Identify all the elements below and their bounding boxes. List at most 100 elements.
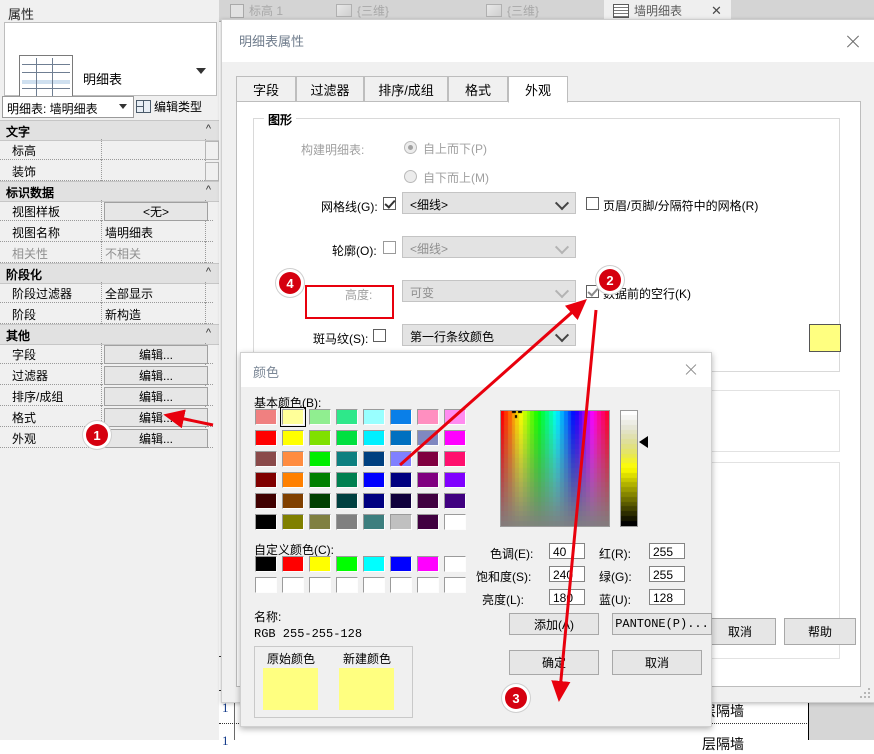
- property-row[interactable]: 外观 编辑...: [0, 427, 219, 448]
- pantone-button[interactable]: PANTONE(P)...: [612, 613, 712, 635]
- basic-color-swatch[interactable]: [363, 409, 385, 425]
- view-tab-3d-2[interactable]: {三维}: [477, 0, 548, 21]
- basic-color-swatch[interactable]: [309, 472, 331, 488]
- basic-color-swatch[interactable]: [417, 493, 439, 509]
- basic-color-swatch[interactable]: [363, 430, 385, 446]
- basic-color-swatch[interactable]: [255, 514, 277, 530]
- sat-field[interactable]: 240: [549, 566, 585, 582]
- basic-color-swatch[interactable]: [417, 430, 439, 446]
- basic-color-swatch[interactable]: [336, 493, 358, 509]
- custom-color-swatch[interactable]: [444, 577, 466, 593]
- color-cancel-button[interactable]: 取消: [612, 650, 702, 675]
- tab-appearance[interactable]: 外观: [508, 76, 568, 103]
- basic-color-swatch[interactable]: [444, 493, 466, 509]
- basic-color-swatch[interactable]: [417, 409, 439, 425]
- edit-type-button[interactable]: 编辑类型: [136, 96, 202, 116]
- basic-color-swatch[interactable]: [444, 409, 466, 425]
- basic-color-swatch[interactable]: [444, 514, 466, 530]
- basic-color-swatch[interactable]: [309, 451, 331, 467]
- basic-color-swatch[interactable]: [363, 493, 385, 509]
- ok-button[interactable]: 确定: [509, 650, 599, 675]
- green-field[interactable]: 255: [649, 566, 685, 582]
- property-group-header[interactable]: 标识数据 ^: [0, 181, 219, 202]
- property-row[interactable]: 排序/成组 编辑...: [0, 385, 219, 406]
- blank-row-checkbox[interactable]: [586, 285, 599, 298]
- chevron-down-icon[interactable]: [196, 68, 206, 74]
- basic-color-swatch[interactable]: [417, 514, 439, 530]
- custom-color-swatch[interactable]: [417, 556, 439, 572]
- custom-color-swatch[interactable]: [336, 556, 358, 572]
- basic-color-swatch[interactable]: [282, 430, 304, 446]
- property-row[interactable]: 装饰: [0, 160, 219, 181]
- basic-color-swatch[interactable]: [336, 451, 358, 467]
- custom-color-swatch[interactable]: [336, 577, 358, 593]
- property-row-button[interactable]: 编辑...: [104, 366, 208, 385]
- basic-color-swatch[interactable]: [363, 451, 385, 467]
- property-group-header[interactable]: 阶段化 ^: [0, 263, 219, 284]
- custom-color-swatch[interactable]: [363, 577, 385, 593]
- basic-color-swatch[interactable]: [282, 451, 304, 467]
- radio-top-down[interactable]: [404, 141, 417, 154]
- hue-field[interactable]: 40: [549, 543, 585, 559]
- property-row-button[interactable]: <无>: [104, 202, 208, 221]
- view-tab-3d-1[interactable]: {三维}: [327, 0, 398, 21]
- basic-color-swatch[interactable]: [282, 514, 304, 530]
- basic-color-swatch[interactable]: [280, 407, 306, 427]
- red-field[interactable]: 255: [649, 543, 685, 559]
- stripes-color-combo[interactable]: 第一行条纹颜色: [402, 324, 576, 346]
- header-footer-grid-checkbox[interactable]: [586, 197, 599, 210]
- property-row[interactable]: 过滤器 编辑...: [0, 364, 219, 385]
- custom-color-swatch[interactable]: [363, 556, 385, 572]
- help-button[interactable]: 帮助: [784, 618, 856, 645]
- tab-filter[interactable]: 过滤器: [296, 76, 364, 102]
- basic-color-swatch[interactable]: [309, 409, 331, 425]
- basic-color-swatch[interactable]: [390, 493, 412, 509]
- basic-color-swatch[interactable]: [417, 472, 439, 488]
- basic-color-swatch[interactable]: [309, 430, 331, 446]
- close-icon[interactable]: [681, 360, 701, 380]
- collapse-icon[interactable]: ^: [206, 266, 211, 278]
- property-group-header[interactable]: 文字 ^: [0, 120, 219, 141]
- property-row[interactable]: 标高: [0, 139, 219, 160]
- lum-field[interactable]: 180: [549, 589, 585, 605]
- basic-color-swatch[interactable]: [444, 451, 466, 467]
- radio-bottom-up[interactable]: [404, 170, 417, 183]
- luminance-bar[interactable]: [620, 410, 638, 527]
- stripe-color-swatch[interactable]: [809, 324, 841, 352]
- type-selector-combo[interactable]: 明细表: 墙明细表: [2, 96, 134, 118]
- property-row-box[interactable]: [205, 141, 219, 160]
- collapse-icon[interactable]: ^: [206, 184, 211, 196]
- basic-color-swatch[interactable]: [336, 409, 358, 425]
- collapse-icon[interactable]: ^: [206, 327, 211, 339]
- basic-color-swatch[interactable]: [336, 514, 358, 530]
- close-icon[interactable]: [841, 30, 865, 54]
- custom-color-swatch[interactable]: [390, 556, 412, 572]
- property-row[interactable]: 视图名称 墙明细表: [0, 221, 219, 242]
- view-tab-level1[interactable]: 标高 1: [221, 0, 292, 21]
- basic-color-swatch[interactable]: [255, 409, 277, 425]
- basic-color-swatch[interactable]: [255, 430, 277, 446]
- add-color-button[interactable]: 添加(A): [509, 613, 599, 635]
- basic-color-swatch[interactable]: [336, 430, 358, 446]
- close-icon[interactable]: ✕: [711, 3, 722, 19]
- property-group-header[interactable]: 其他 ^: [0, 324, 219, 345]
- stripes-checkbox[interactable]: [373, 329, 386, 342]
- basic-color-swatch[interactable]: [255, 493, 277, 509]
- basic-color-swatch[interactable]: [444, 430, 466, 446]
- collapse-icon[interactable]: ^: [206, 123, 211, 135]
- tab-fields[interactable]: 字段: [236, 76, 296, 102]
- property-row-button[interactable]: 编辑...: [104, 345, 208, 364]
- property-row-button[interactable]: 编辑...: [104, 408, 208, 427]
- property-row[interactable]: 相关性 不相关: [0, 242, 219, 263]
- property-row[interactable]: 字段 编辑...: [0, 343, 219, 364]
- basic-color-swatch[interactable]: [390, 472, 412, 488]
- property-row-button[interactable]: 编辑...: [104, 429, 208, 448]
- property-row[interactable]: 格式 编辑...: [0, 406, 219, 427]
- resize-grip[interactable]: [860, 688, 870, 698]
- custom-color-swatch[interactable]: [390, 577, 412, 593]
- property-row[interactable]: 视图样板 <无>: [0, 200, 219, 221]
- custom-color-swatch[interactable]: [282, 556, 304, 572]
- custom-color-swatch[interactable]: [417, 577, 439, 593]
- basic-color-swatch[interactable]: [309, 514, 331, 530]
- custom-color-swatch[interactable]: [255, 556, 277, 572]
